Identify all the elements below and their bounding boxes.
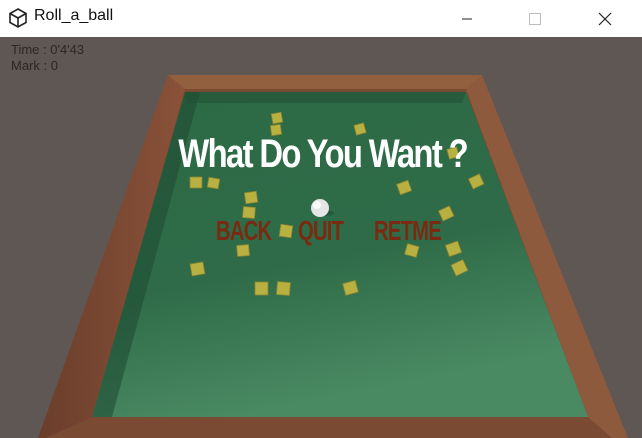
minimize-icon — [462, 18, 472, 19]
pickup-cube — [270, 111, 284, 125]
hud-time: Time : 0'4'43 — [11, 42, 85, 57]
arena-floor-shadow-top — [185, 92, 466, 103]
dialog-question: What Do You Want ? — [178, 132, 468, 176]
hud-mark: Mark : 0 — [11, 58, 58, 73]
close-button[interactable] — [582, 0, 628, 37]
game-window: Roll_a_ball Time: 0'4'43 Mark: 0 What … — [0, 0, 642, 438]
pickup-cube — [189, 261, 206, 277]
window-title: Roll_a_ball — [34, 7, 114, 24]
pickup-cube — [243, 190, 259, 205]
maximize-button[interactable] — [512, 0, 558, 37]
pickup-cube — [275, 281, 291, 297]
unity-logo-icon — [9, 8, 27, 28]
pickup-cube — [254, 281, 269, 296]
retme-button[interactable]: RETME — [374, 215, 442, 247]
back-button[interactable]: BACK — [216, 215, 272, 247]
quit-button[interactable]: QUIT — [298, 215, 344, 247]
game-viewport[interactable]: Time : 0'4'43 Mark : 0 What Do You Want … — [0, 37, 642, 438]
pickup-cube — [189, 176, 203, 189]
close-icon — [598, 12, 612, 25]
minimize-button[interactable] — [444, 0, 490, 37]
arena-wall-top-face — [168, 75, 482, 89]
pickup-cube — [206, 176, 221, 190]
title-bar[interactable]: Roll_a_ball — [0, 0, 642, 37]
maximize-icon — [529, 12, 541, 25]
pickup-cube — [278, 223, 294, 239]
